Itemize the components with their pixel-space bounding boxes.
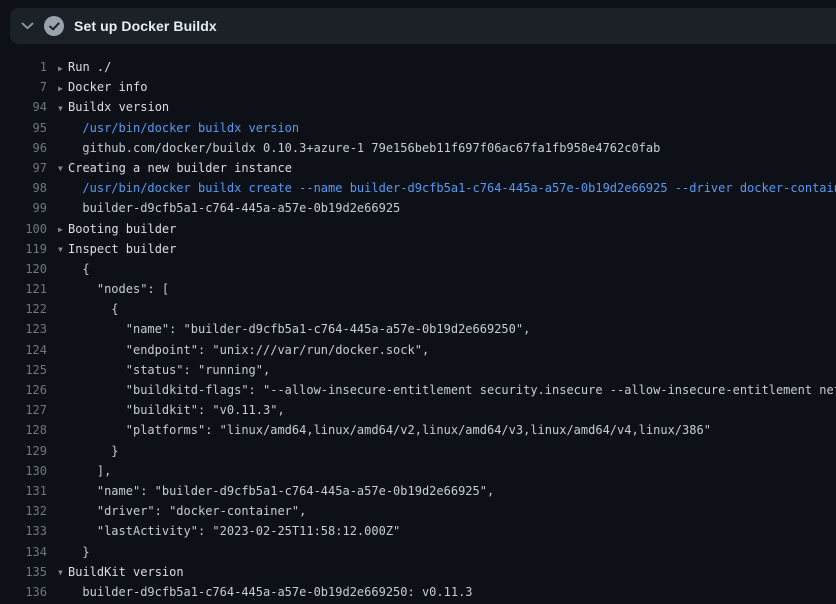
line-number[interactable]: 99	[0, 198, 47, 218]
line-number[interactable]: 133	[0, 521, 47, 541]
log-line-text: Creating a new builder instance	[68, 161, 292, 175]
line-number[interactable]: 97	[0, 158, 47, 178]
log-line-text: Booting builder	[68, 222, 176, 236]
log-line: 125 "status": "running",	[0, 360, 836, 380]
log-line-text: /usr/bin/docker buildx version	[82, 121, 299, 135]
log-line-text: Inspect builder	[68, 242, 176, 256]
line-number[interactable]: 7	[0, 77, 47, 97]
log-line-text: "driver": "docker-container",	[82, 504, 306, 518]
line-number[interactable]: 96	[0, 138, 47, 158]
log-line[interactable]: 7 ▶Docker info	[0, 77, 836, 97]
log-line-text: Docker info	[68, 80, 147, 94]
line-number[interactable]: 132	[0, 501, 47, 521]
triangle-right-icon[interactable]: ▶	[58, 59, 68, 78]
log-line-text: }	[82, 545, 89, 559]
line-number[interactable]: 120	[0, 259, 47, 279]
log-line: 129 }	[0, 441, 836, 461]
line-number[interactable]: 123	[0, 319, 47, 339]
log-line[interactable]: 119 ▼Inspect builder	[0, 239, 836, 259]
log-line-text: builder-d9cfb5a1-c764-445a-a57e-0b19d2e6…	[82, 201, 400, 215]
log-line: 128 "platforms": "linux/amd64,linux/amd6…	[0, 420, 836, 440]
check-circle-icon	[44, 16, 64, 36]
line-number[interactable]: 134	[0, 542, 47, 562]
log-line: 123 "name": "builder-d9cfb5a1-c764-445a-…	[0, 319, 836, 339]
log-line: 131 "name": "builder-d9cfb5a1-c764-445a-…	[0, 481, 836, 501]
log-line: 134 }	[0, 542, 836, 562]
log-line-text: "status": "running",	[82, 363, 270, 377]
triangle-right-icon[interactable]: ▶	[58, 220, 68, 239]
line-number[interactable]: 136	[0, 582, 47, 602]
line-number[interactable]: 129	[0, 441, 47, 461]
log-line-text: "lastActivity": "2023-02-25T11:58:12.000…	[82, 524, 400, 538]
line-number[interactable]: 126	[0, 380, 47, 400]
log-line-text: "name": "builder-d9cfb5a1-c764-445a-a57e…	[82, 322, 530, 336]
log-line-text: Run ./	[68, 60, 111, 74]
log-line-text: Buildx version	[68, 100, 169, 114]
line-number[interactable]: 94	[0, 97, 47, 117]
triangle-down-icon[interactable]: ▼	[58, 563, 68, 582]
log-line-text: github.com/docker/buildx 0.10.3+azure-1 …	[82, 141, 660, 155]
log-line: 132 "driver": "docker-container",	[0, 501, 836, 521]
line-number[interactable]: 135	[0, 562, 47, 582]
log-line-text: {	[82, 302, 118, 316]
log-line[interactable]: 100 ▶Booting builder	[0, 219, 836, 239]
log-line: 121 "nodes": [	[0, 279, 836, 299]
line-number[interactable]: 125	[0, 360, 47, 380]
log-line: 95 /usr/bin/docker buildx version	[0, 118, 836, 138]
log-line: 120 {	[0, 259, 836, 279]
log-line-text: "endpoint": "unix:///var/run/docker.sock…	[82, 343, 429, 357]
log-line: 130 ],	[0, 461, 836, 481]
triangle-right-icon[interactable]: ▶	[58, 79, 68, 98]
log-line-text: BuildKit version	[68, 565, 184, 579]
chevron-down-icon[interactable]	[10, 22, 44, 30]
log-line-text: {	[82, 262, 89, 276]
line-number[interactable]: 95	[0, 118, 47, 138]
triangle-down-icon[interactable]: ▼	[58, 159, 68, 178]
line-number[interactable]: 131	[0, 481, 47, 501]
line-number[interactable]: 1	[0, 57, 47, 77]
log-line-text: }	[82, 444, 118, 458]
log-line-text: /usr/bin/docker buildx create --name bui…	[82, 181, 836, 195]
log-line-text: ],	[82, 464, 111, 478]
log-line[interactable]: 94 ▼Buildx version	[0, 97, 836, 117]
log-line[interactable]: 1 ▶Run ./	[0, 57, 836, 77]
line-number[interactable]: 130	[0, 461, 47, 481]
log-line-text: "platforms": "linux/amd64,linux/amd64/v2…	[82, 423, 711, 437]
log-output: 1 ▶Run ./ 7 ▶Docker info 94 ▼Buildx vers…	[0, 44, 836, 604]
line-number[interactable]: 127	[0, 400, 47, 420]
log-line[interactable]: 135 ▼BuildKit version	[0, 562, 836, 582]
log-line: 124 "endpoint": "unix:///var/run/docker.…	[0, 340, 836, 360]
log-line-text: "buildkit": "v0.11.3",	[82, 403, 284, 417]
log-line-text: "nodes": [	[82, 282, 169, 296]
log-line-text: "buildkitd-flags": "--allow-insecure-ent…	[82, 383, 836, 397]
step-header[interactable]: Set up Docker Buildx	[10, 8, 836, 44]
log-line: 133 "lastActivity": "2023-02-25T11:58:12…	[0, 521, 836, 541]
log-line: 126 "buildkitd-flags": "--allow-insecure…	[0, 380, 836, 400]
line-number[interactable]: 100	[0, 219, 47, 239]
log-line: 127 "buildkit": "v0.11.3",	[0, 400, 836, 420]
triangle-down-icon[interactable]: ▼	[58, 99, 68, 118]
triangle-down-icon[interactable]: ▼	[58, 240, 68, 259]
log-line: 99 builder-d9cfb5a1-c764-445a-a57e-0b19d…	[0, 198, 836, 218]
log-line: 98 /usr/bin/docker buildx create --name …	[0, 178, 836, 198]
line-number[interactable]: 119	[0, 239, 47, 259]
line-number[interactable]: 121	[0, 279, 47, 299]
log-line: 122 {	[0, 299, 836, 319]
log-line-text: "name": "builder-d9cfb5a1-c764-445a-a57e…	[82, 484, 494, 498]
line-number[interactable]: 124	[0, 340, 47, 360]
step-title: Set up Docker Buildx	[74, 18, 217, 34]
log-line: 96 github.com/docker/buildx 0.10.3+azure…	[0, 138, 836, 158]
line-number[interactable]: 98	[0, 178, 47, 198]
line-number[interactable]: 122	[0, 299, 47, 319]
log-line-text: builder-d9cfb5a1-c764-445a-a57e-0b19d2e6…	[82, 585, 472, 599]
log-line: 136 builder-d9cfb5a1-c764-445a-a57e-0b19…	[0, 582, 836, 602]
line-number[interactable]: 128	[0, 420, 47, 440]
log-line[interactable]: 97 ▼Creating a new builder instance	[0, 158, 836, 178]
